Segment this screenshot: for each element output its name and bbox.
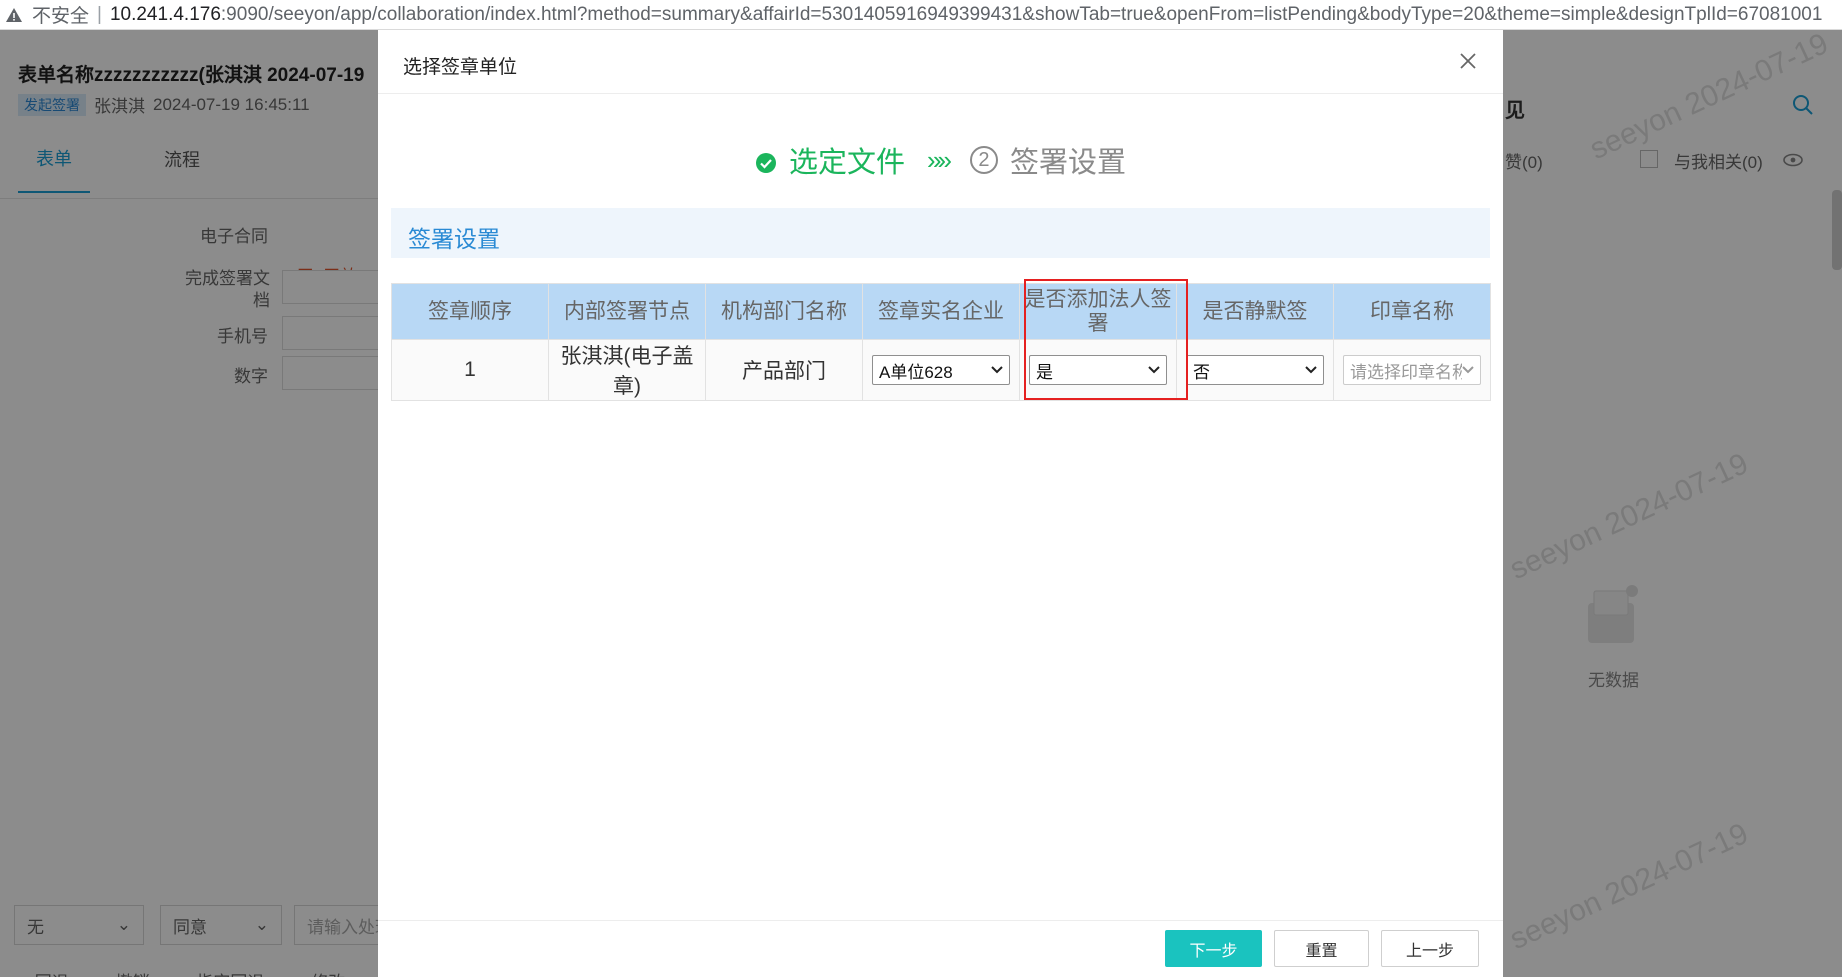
close-icon[interactable] xyxy=(1455,48,1481,74)
column-header: 签章实名企业 xyxy=(862,283,1020,340)
reset-button[interactable]: 重置 xyxy=(1274,930,1369,967)
dialog-header: 选择签章单位 xyxy=(378,30,1503,94)
seal-select-placeholder: 请选择印章名称 xyxy=(1350,362,1462,382)
step-2-label: 签署设置 xyxy=(1009,147,1126,179)
chevron-down-icon xyxy=(991,366,1003,374)
chevron-down-icon xyxy=(1305,366,1317,374)
table-header-row: 签章顺序 内部签署节点 机构部门名称 签章实名企业 是否添加法人签署 是否静默签… xyxy=(391,283,1491,340)
add-legal-cell: 是 xyxy=(1019,339,1177,401)
company-select[interactable]: A单位628 xyxy=(872,355,1010,385)
check-circle-icon xyxy=(755,149,777,173)
column-header: 签章顺序 xyxy=(391,283,549,340)
department-cell: 产品部门 xyxy=(705,339,863,401)
select-signing-unit-dialog: 选择签章单位 选定文件 »» 2 签署设置 签署设置 签章顺序 内部签署节点 机 xyxy=(378,30,1503,977)
address-separator: | xyxy=(97,3,102,25)
chevron-down-icon xyxy=(1148,366,1160,374)
table-row: 1 张淇淇(电子盖章) 产品部门 A单位628 是 否 请选择印章名称 xyxy=(391,339,1491,401)
signing-settings-table: 签章顺序 内部签署节点 机构部门名称 签章实名企业 是否添加法人签署 是否静默签… xyxy=(391,283,1491,401)
step-indicator: 选定文件 »» 2 签署设置 xyxy=(378,138,1503,182)
warning-icon xyxy=(4,5,24,25)
previous-step-button[interactable]: 上一步 xyxy=(1381,930,1479,967)
insecure-label: 不安全 xyxy=(32,6,90,27)
silent-sign-cell: 否 xyxy=(1176,339,1334,401)
url-path: :9090/seeyon/app/collaboration/index.htm… xyxy=(220,3,1823,25)
section-header: 签署设置 xyxy=(391,208,1490,258)
column-header: 机构部门名称 xyxy=(705,283,863,340)
step-signing-settings: 2 签署设置 xyxy=(969,139,1126,181)
section-title: 签署设置 xyxy=(408,226,500,252)
next-step-button[interactable]: 下一步 xyxy=(1165,930,1262,967)
chevron-down-icon xyxy=(1462,366,1474,374)
step-1-label: 选定文件 xyxy=(789,147,906,179)
silent-select-value: 否 xyxy=(1193,362,1210,382)
add-legal-select-value: 是 xyxy=(1036,362,1053,382)
column-header: 印章名称 xyxy=(1333,283,1491,340)
step-select-file: 选定文件 xyxy=(755,139,905,181)
step-arrows-icon: »» xyxy=(927,144,952,175)
url-host: 10.241.4.176 xyxy=(109,3,221,25)
signing-order-cell: 1 xyxy=(391,339,549,401)
signing-node-cell: 张淇淇(电子盖章) xyxy=(548,339,706,401)
company-cell: A单位628 xyxy=(862,339,1020,401)
company-select-value: A单位628 xyxy=(879,362,953,382)
dialog-title: 选择签章单位 xyxy=(403,57,518,78)
step-2-number: 2 xyxy=(969,146,998,174)
address-bar[interactable]: 不安全 | 10.241.4.176:9090/seeyon/app/colla… xyxy=(0,0,1842,30)
silent-sign-select[interactable]: 否 xyxy=(1186,355,1324,385)
seal-name-cell: 请选择印章名称 xyxy=(1333,339,1491,401)
seal-name-select[interactable]: 请选择印章名称 xyxy=(1343,355,1481,385)
column-header: 是否静默签 xyxy=(1176,283,1334,340)
column-header: 内部签署节点 xyxy=(548,283,706,340)
column-header: 是否添加法人签署 xyxy=(1019,283,1177,340)
add-legal-signature-select[interactable]: 是 xyxy=(1029,355,1167,385)
